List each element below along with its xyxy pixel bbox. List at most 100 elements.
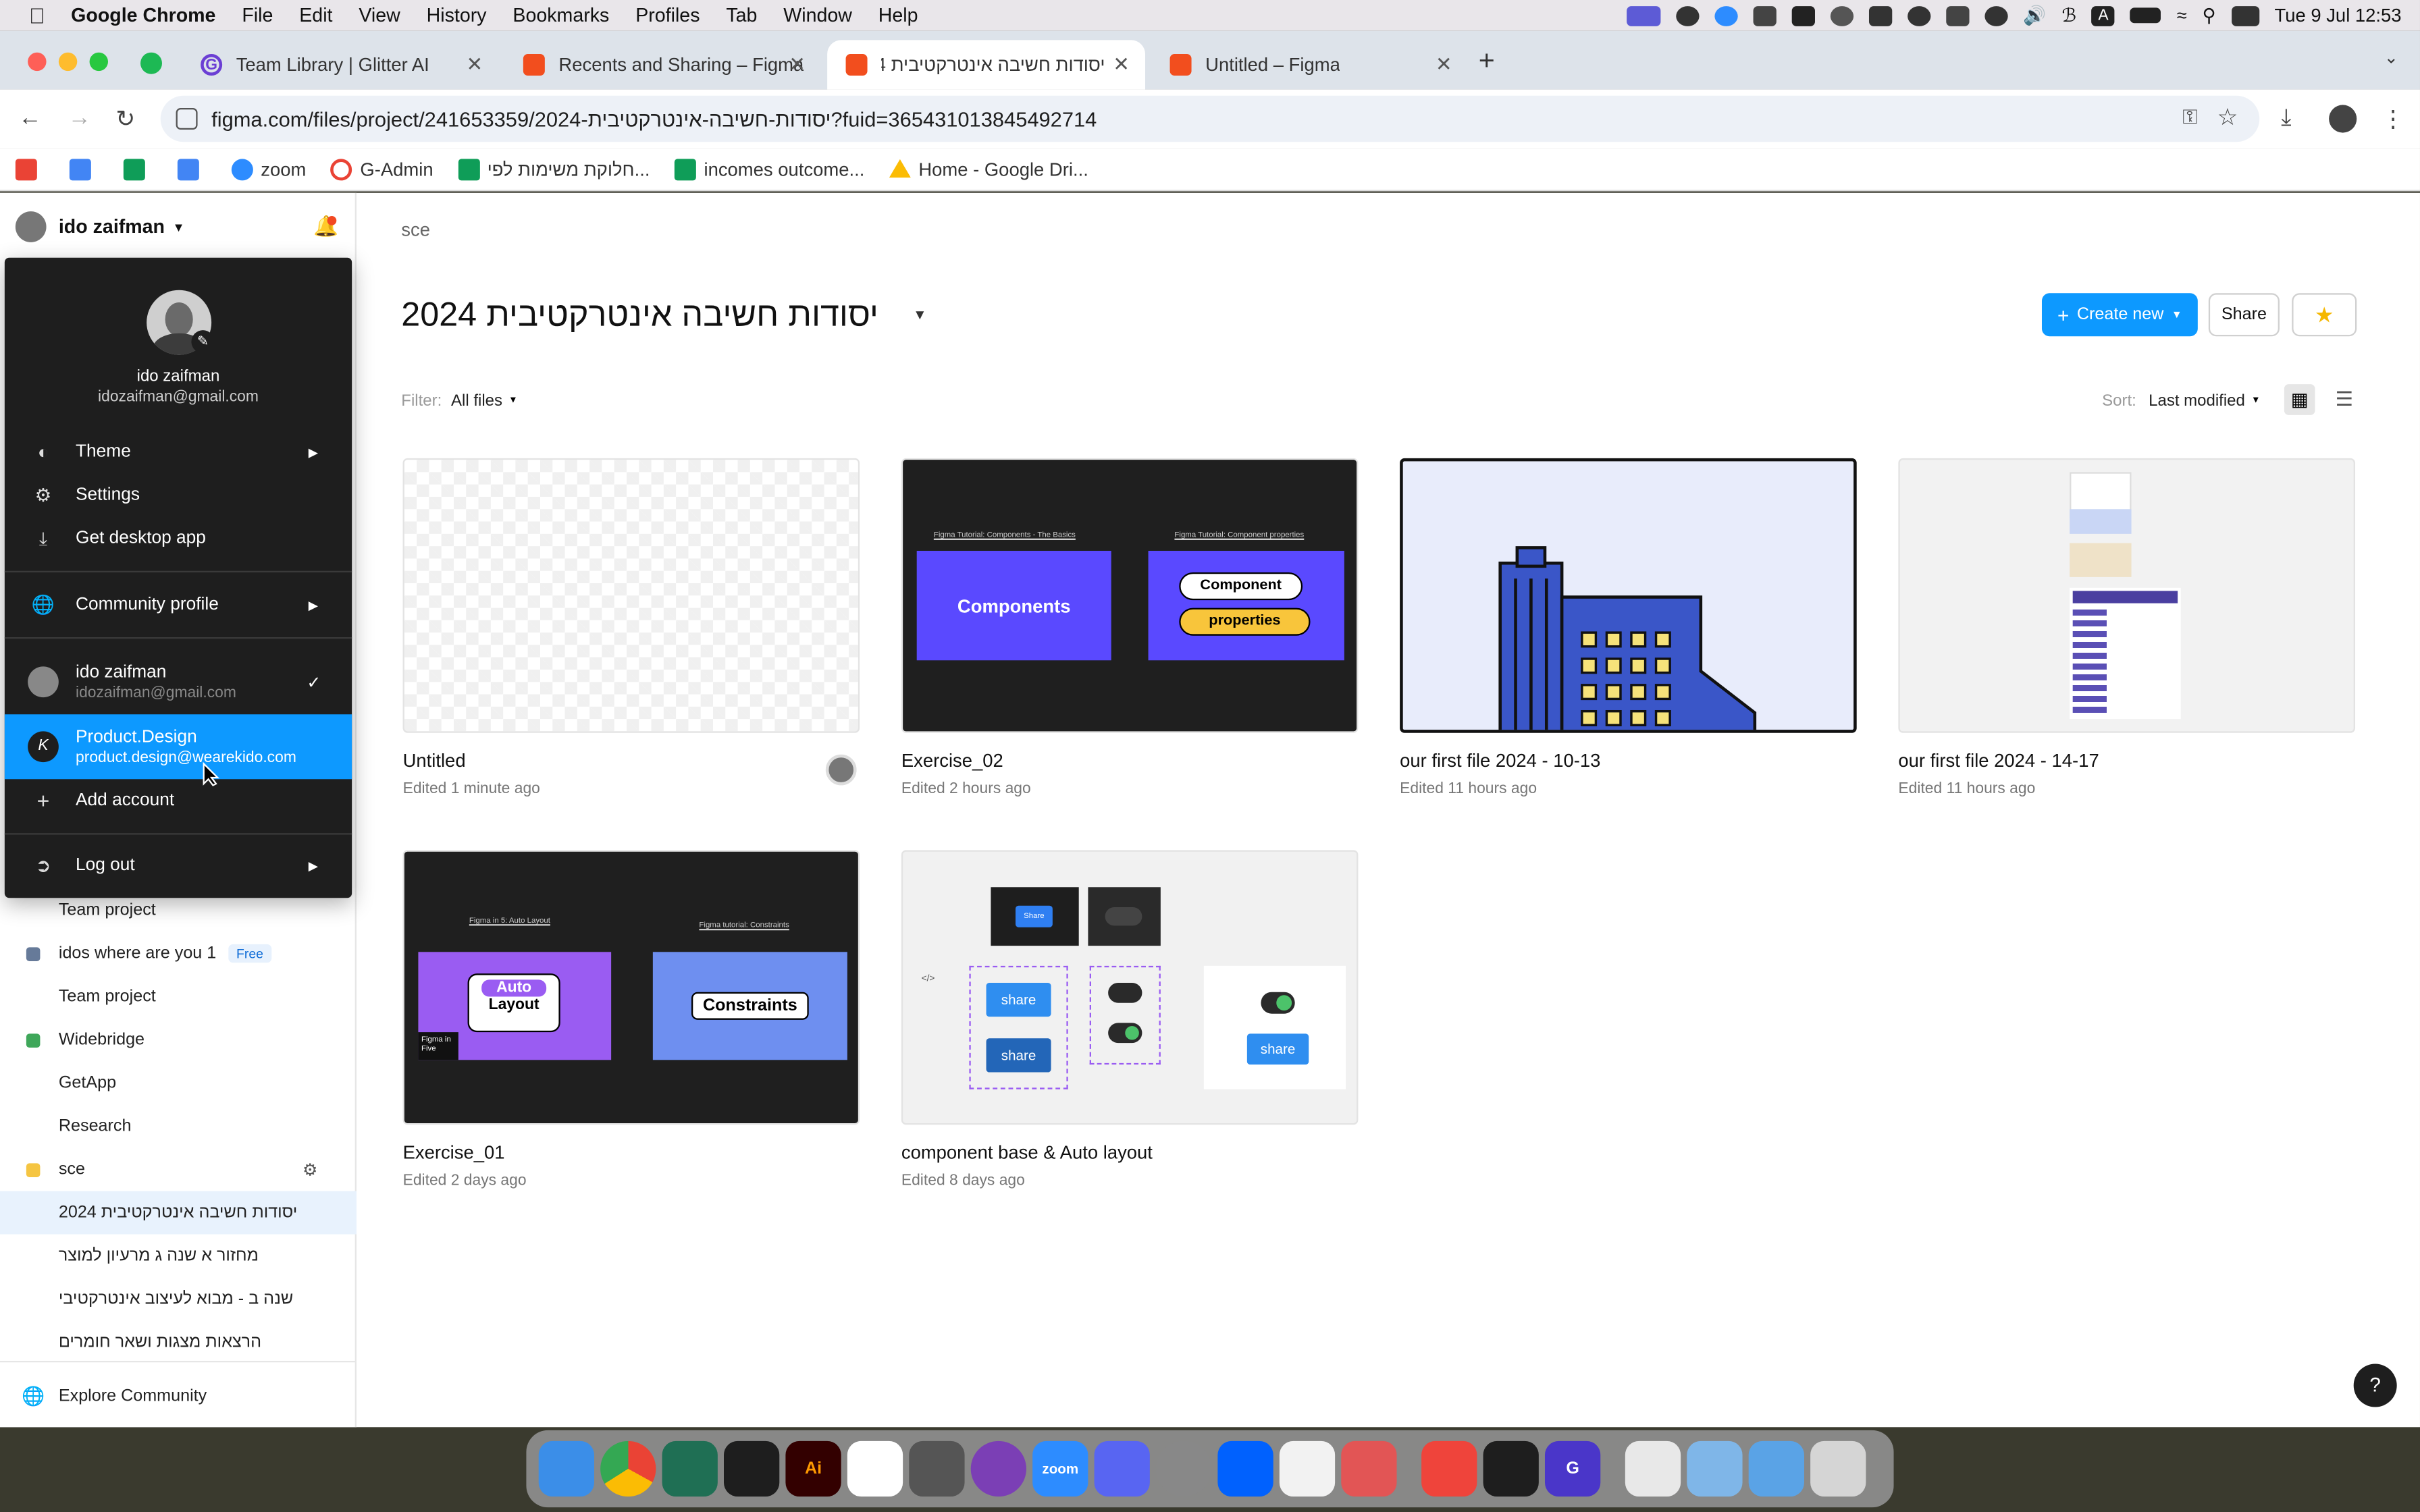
menu-account-ido[interactable]: ido zaifman idozaifman@gmail.com ✓ <box>5 649 352 714</box>
filter-dropdown[interactable]: Filter: All files ▼ <box>401 392 517 410</box>
explore-community-link[interactable]: 🌐 Explore Community <box>0 1375 357 1418</box>
glitter-icon[interactable]: G <box>1544 1440 1601 1497</box>
downloads-icon[interactable] <box>1687 1440 1743 1497</box>
zoom-status-icon[interactable] <box>1714 5 1738 26</box>
menu-bookmarks[interactable]: Bookmarks <box>512 5 609 26</box>
close-icon[interactable]: ✕ <box>789 53 806 78</box>
forward-arrow-icon[interactable]: → <box>68 105 91 131</box>
sidebar-item-current-project[interactable]: יסודות חשיבה אינטרקטיבית 2024 <box>0 1191 357 1235</box>
chevron-down-icon[interactable]: ▼ <box>906 301 934 329</box>
creative-cloud-icon[interactable] <box>1830 5 1853 26</box>
slack-icon[interactable] <box>847 1440 903 1497</box>
menu-window[interactable]: Window <box>783 5 852 26</box>
password-key-icon[interactable]: ⚿ <box>2182 105 2198 130</box>
menu-edit[interactable]: Edit <box>299 5 332 26</box>
menubar-clock[interactable]: Tue 9 Jul 12:53 <box>2274 5 2401 26</box>
bluetooth-icon[interactable]: ℬ <box>2061 5 2076 26</box>
control-center-icon[interactable] <box>2231 5 2259 26</box>
file-card-exercise-01[interactable]: Figma in 5: Auto Layout Figma tutorial: … <box>402 850 860 1189</box>
bookmark-tasks-sheet[interactable]: חלוקת משימות לפי... <box>458 158 650 180</box>
folder-icon[interactable] <box>1748 1440 1804 1497</box>
menu-item-log-out[interactable]: ➲ Log out ▶ <box>5 844 352 887</box>
focus-icon[interactable] <box>970 1440 1026 1497</box>
menu-item-settings[interactable]: ⚙ Settings <box>5 474 352 517</box>
dropbox-status-icon[interactable] <box>1868 5 1893 26</box>
menu-view[interactable]: View <box>359 5 400 26</box>
back-arrow-icon[interactable]: ← <box>18 105 41 131</box>
anydesk-icon[interactable] <box>1421 1440 1477 1497</box>
sidebar-item-getapp[interactable]: GetApp <box>0 1062 357 1105</box>
menu-item-get-desktop-app[interactable]: ⤓ Get desktop app <box>5 517 352 560</box>
account-switcher[interactable]: ido zaifman ▼ <box>15 211 185 242</box>
sidebar-item-lectures[interactable]: הרצאות מצגות ושאר חומרים <box>0 1321 357 1364</box>
file-card-component-base[interactable]: Share </> share share share component ba… <box>901 850 1359 1189</box>
menu-app-name[interactable]: Google Chrome <box>71 5 215 26</box>
figma-icon[interactable] <box>723 1440 780 1497</box>
bookmark-zoom[interactable]: zoom <box>231 158 306 180</box>
file-card-exercise-02[interactable]: Figma Tutorial: Components - The Basics … <box>901 458 1359 798</box>
screen-share-icon[interactable] <box>1626 5 1661 26</box>
trash-icon[interactable] <box>1810 1440 1866 1497</box>
discord-icon[interactable] <box>1094 1440 1150 1497</box>
menu-history[interactable]: History <box>427 5 487 26</box>
bookmark-google-drive[interactable]: Home - Google Dri... <box>889 158 1088 180</box>
drive-status-icon[interactable] <box>1791 5 1815 26</box>
close-icon[interactable]: ✕ <box>1436 53 1452 78</box>
menu-help[interactable]: Help <box>878 5 918 26</box>
tab-search-chevron-icon[interactable]: ⌄ <box>2384 48 2398 68</box>
bookmark-sheets[interactable] <box>123 158 153 180</box>
sidebar-item-year-b[interactable]: שנה ב - מבוא לעיצוב אינטרקטיבי <box>0 1278 357 1321</box>
calculator-icon[interactable] <box>909 1440 965 1497</box>
pinned-tab-icon[interactable] <box>140 52 162 74</box>
window-close-button[interactable] <box>28 52 47 72</box>
sidebar-item-sce[interactable]: sce ⚙ <box>0 1148 357 1191</box>
acrobat-icon[interactable] <box>1625 1440 1681 1497</box>
figma-icon[interactable] <box>1483 1440 1539 1497</box>
window-zoom-button[interactable] <box>89 52 108 72</box>
artstudio-icon[interactable] <box>1341 1440 1397 1497</box>
page-title[interactable]: יסודות חשיבה אינטרקטיבית 2024 <box>401 295 878 335</box>
finder-icon[interactable] <box>538 1440 594 1497</box>
menu-account-product-design[interactable]: K Product.Design product.design@wearekid… <box>4 714 352 780</box>
close-icon[interactable]: ✕ <box>466 53 483 78</box>
team-settings-icon[interactable]: ⚙ <box>302 1160 318 1179</box>
illustrator-icon[interactable]: Ai <box>785 1440 841 1497</box>
bookmark-docs[interactable] <box>69 158 99 180</box>
create-new-button[interactable]: + Create new ▼ <box>2041 293 2198 337</box>
bookmark-calendar[interactable] <box>177 158 207 180</box>
figma-status-icon[interactable] <box>1753 5 1777 26</box>
reload-icon[interactable]: ↻ <box>115 105 135 133</box>
address-bar[interactable]: figma.com/files/project/241653359/2024-י… <box>160 95 2260 142</box>
menu-tab[interactable]: Tab <box>726 5 757 26</box>
share-button[interactable]: Share <box>2208 293 2280 337</box>
menu-file[interactable]: File <box>242 5 273 26</box>
bookmark-g-admin[interactable]: G-Admin <box>330 158 433 180</box>
freeform-icon[interactable] <box>1279 1440 1336 1497</box>
sort-dropdown[interactable]: Sort: Last modified ▼ <box>2102 392 2260 410</box>
new-tab-plus-icon[interactable]: + <box>1479 45 1495 77</box>
glitter-status-icon[interactable] <box>1676 5 1700 26</box>
favorite-star-button[interactable]: ★ <box>2292 293 2357 337</box>
downloads-icon[interactable]: ⤓ <box>2281 105 2291 131</box>
site-info-icon[interactable] <box>176 107 198 130</box>
sidebar-item-cycle-a[interactable]: מחזור א שנה ג מרעיון למוצר <box>0 1235 357 1278</box>
pocket-status-icon[interactable] <box>1984 5 2008 26</box>
sidebar-item-team-project-2[interactable]: Team project <box>0 975 357 1019</box>
chrome-icon[interactable] <box>600 1440 656 1497</box>
file-card-untitled[interactable]: Untitled Edited 1 minute ago <box>402 458 860 798</box>
tab-glitter[interactable]: G Team Library | Glitter AI ✕ <box>182 40 499 89</box>
close-icon[interactable]: ✕ <box>1113 53 1130 78</box>
dropbox-icon[interactable] <box>1217 1440 1273 1497</box>
gitlab-status-icon[interactable] <box>1946 5 1970 26</box>
apple-icon[interactable]:  <box>25 3 50 28</box>
wifi-icon[interactable]: ≈ <box>2177 5 2187 26</box>
volume-icon[interactable]: 🔊 <box>2023 5 2046 26</box>
sidebar-item-widebridge[interactable]: Widebridge <box>0 1019 357 1062</box>
input-source-icon[interactable]: A <box>2091 5 2115 26</box>
bookmark-gmail[interactable] <box>15 158 45 180</box>
tab-recents-figma[interactable]: Recents and Sharing – Figma ✕ <box>504 40 821 89</box>
settings-icon[interactable] <box>1155 1440 1212 1497</box>
gear-status-icon[interactable] <box>1907 5 1931 26</box>
menu-profiles[interactable]: Profiles <box>635 5 700 26</box>
tab-untitled-figma[interactable]: Untitled – Figma ✕ <box>1151 40 1468 89</box>
